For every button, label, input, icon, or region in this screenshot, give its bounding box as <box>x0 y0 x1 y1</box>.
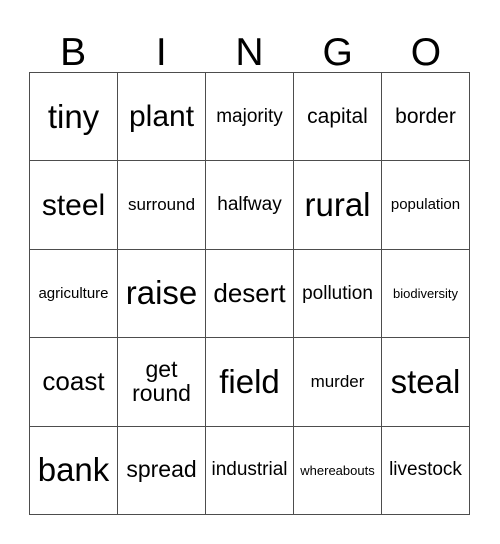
bingo-cell-label: industrial <box>211 459 288 481</box>
bingo-cell[interactable]: border <box>382 73 470 162</box>
bingo-card: B I N G O tiny plant majority capital bo… <box>0 0 500 544</box>
bingo-cell-label: capital <box>307 104 368 128</box>
bingo-cell[interactable]: whereabouts <box>294 426 382 516</box>
bingo-cell-label: get round <box>132 356 191 406</box>
bingo-cell-label: steal <box>390 362 461 400</box>
bingo-cell[interactable]: rural <box>294 161 382 250</box>
bingo-header-cell-n: N <box>205 18 293 72</box>
bingo-header-cell-i: I <box>117 18 205 72</box>
bingo-cell-label: steel <box>41 188 106 222</box>
bingo-cell[interactable]: plant <box>118 73 206 162</box>
bingo-cell[interactable]: field <box>206 338 294 427</box>
bingo-cell-label: agriculture <box>38 284 109 302</box>
bingo-cell[interactable]: agriculture <box>30 249 118 339</box>
bingo-cell-label: whereabouts <box>300 462 375 478</box>
bingo-cell[interactable]: pollution <box>294 249 382 339</box>
bingo-cell[interactable]: coast <box>30 338 118 427</box>
bingo-cell[interactable]: raise <box>118 249 206 339</box>
bingo-cell[interactable]: get round <box>118 338 206 427</box>
bingo-row: coast get round field murder steal <box>30 338 470 427</box>
bingo-cell[interactable]: murder <box>294 338 382 427</box>
bingo-row: steel surround halfway rural population <box>30 161 470 250</box>
bingo-cell-label: halfway <box>217 194 282 216</box>
bingo-cell-label: rural <box>304 185 371 223</box>
bingo-header-letter: N <box>235 31 264 74</box>
bingo-cell-label: pollution <box>302 282 373 304</box>
bingo-cell-label: bank <box>37 451 110 489</box>
bingo-cell-label: majority <box>216 105 283 127</box>
bingo-cell[interactable]: capital <box>294 73 382 162</box>
bingo-header-cell-o: O <box>382 18 470 72</box>
bingo-cell-label: tiny <box>47 97 100 135</box>
bingo-cell[interactable]: majority <box>206 73 294 162</box>
bingo-cell[interactable]: livestock <box>382 426 470 516</box>
bingo-cell-label: plant <box>128 100 195 134</box>
bingo-header-letter: I <box>155 31 167 74</box>
bingo-header-cell-g: G <box>294 18 382 72</box>
bingo-cell[interactable]: tiny <box>30 73 118 162</box>
bingo-cell-label: raise <box>125 274 198 312</box>
bingo-row: bank spread industrial whereabouts lives… <box>30 426 470 516</box>
bingo-cell-label: murder <box>310 372 365 392</box>
bingo-cell[interactable]: biodiversity <box>382 249 470 339</box>
bingo-cell-label: population <box>390 196 461 214</box>
bingo-cell[interactable]: spread <box>118 426 206 516</box>
bingo-row: agriculture raise desert pollution biodi… <box>30 249 470 339</box>
bingo-cell[interactable]: industrial <box>206 426 294 516</box>
bingo-header-letter: G <box>322 31 353 74</box>
bingo-header-cell-b: B <box>29 18 117 72</box>
bingo-cell-label: border <box>395 104 456 128</box>
bingo-cell-label: field <box>219 362 280 400</box>
bingo-grid: tiny plant majority capital border steel… <box>29 72 470 516</box>
bingo-cell[interactable]: desert <box>206 249 294 339</box>
bingo-cell[interactable]: steal <box>382 338 470 427</box>
bingo-cell[interactable]: surround <box>118 161 206 250</box>
bingo-header-row: B I N G O <box>29 18 470 72</box>
bingo-cell-label: spread <box>126 456 197 483</box>
bingo-cell[interactable]: steel <box>30 161 118 250</box>
bingo-header-letter: B <box>60 31 87 74</box>
bingo-cell[interactable]: halfway <box>206 161 294 250</box>
bingo-cell-label: surround <box>127 195 196 215</box>
bingo-cell-label: coast <box>42 366 105 397</box>
bingo-cell-label: desert <box>213 278 286 308</box>
bingo-cell[interactable]: bank <box>30 426 118 516</box>
bingo-row: tiny plant majority capital border <box>30 73 470 162</box>
bingo-cell-label: livestock <box>389 459 462 481</box>
bingo-cell[interactable]: population <box>382 161 470 250</box>
bingo-header-letter: O <box>410 31 442 74</box>
bingo-cell-label: biodiversity <box>392 285 459 301</box>
